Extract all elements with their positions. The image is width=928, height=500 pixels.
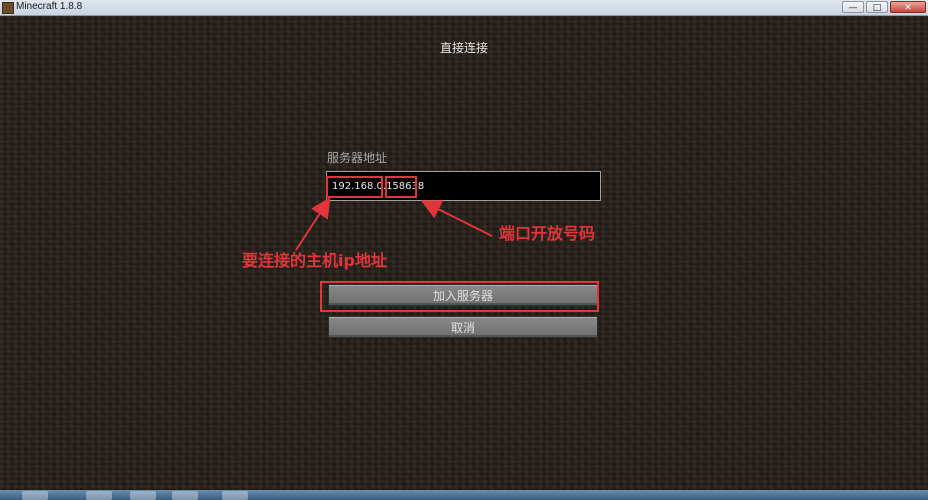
taskbar-item[interactable] bbox=[22, 491, 48, 500]
port-highlight-box bbox=[385, 176, 417, 198]
server-address-label: 服务器地址 bbox=[327, 151, 388, 165]
ip-highlight-box bbox=[326, 176, 383, 198]
port-annotation: 端口开放号码 bbox=[499, 224, 596, 243]
host-ip-annotation: 要连接的主机ip地址 bbox=[242, 251, 387, 270]
join-button-highlight-box bbox=[320, 281, 599, 312]
minecraft-app-icon bbox=[2, 2, 14, 14]
game-screen bbox=[0, 16, 928, 490]
window-controls: — □ ✕ bbox=[842, 1, 926, 13]
screen-title: 直接连接 bbox=[439, 41, 488, 55]
taskbar-item[interactable] bbox=[172, 491, 198, 500]
taskbar-item[interactable] bbox=[130, 491, 156, 500]
minimize-button[interactable]: — bbox=[842, 1, 864, 13]
window-titlebar: Minecraft 1.8.8 — □ ✕ bbox=[0, 0, 928, 16]
taskbar bbox=[0, 490, 928, 500]
maximize-button[interactable]: □ bbox=[866, 1, 888, 13]
window-title: Minecraft 1.8.8 bbox=[16, 1, 83, 12]
taskbar-item[interactable] bbox=[86, 491, 112, 500]
cancel-button[interactable]: 取消 bbox=[328, 316, 598, 338]
taskbar-item[interactable] bbox=[222, 491, 248, 500]
close-button[interactable]: ✕ bbox=[890, 1, 926, 13]
